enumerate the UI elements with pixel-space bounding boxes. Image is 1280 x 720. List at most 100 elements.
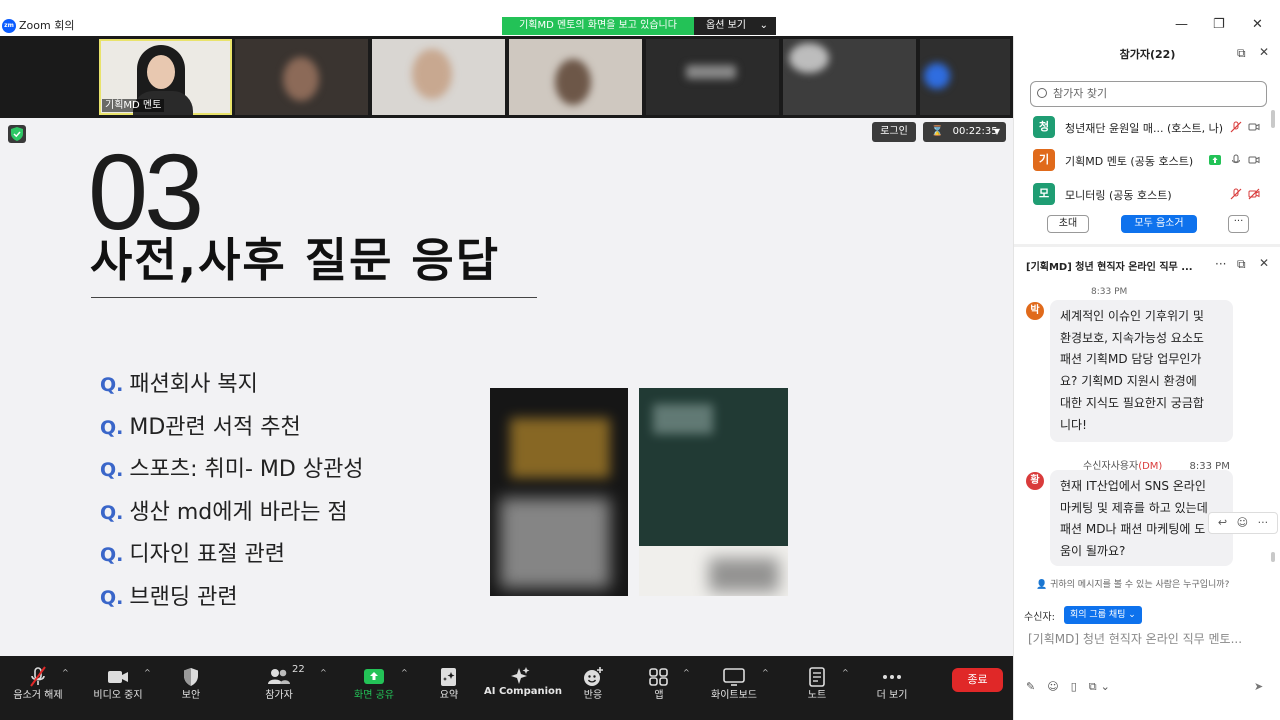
message-line: 현재 IT산업에서 SNS 온라인 [1060, 479, 1206, 493]
unmute-label: 음소거 해제 [13, 690, 63, 701]
send-icon[interactable]: ➤ [1254, 680, 1263, 693]
stop-video-button[interactable]: ^ 비디오 중지 [80, 656, 156, 720]
security-button[interactable]: 보안 [170, 656, 212, 720]
blurred-name [686, 65, 736, 79]
whiteboard-button[interactable]: ^ 화이트보드 [706, 656, 769, 720]
video-tile[interactable] [783, 39, 916, 115]
question-text: 스포츠: 취미- MD 상관성 [129, 457, 364, 482]
participant-name: 기획MD 멘토 (공동 호스트) [1065, 155, 1194, 168]
participant-row[interactable]: 기 기획MD 멘토 (공동 호스트) [1033, 149, 1273, 173]
video-icon[interactable] [1248, 121, 1260, 133]
chevron-up-icon[interactable]: ^ [320, 668, 327, 677]
message-line: 움이 될까요? [1060, 544, 1126, 559]
close-window-icon[interactable]: ✕ [1252, 18, 1263, 32]
message-line: 니다! [1060, 417, 1087, 432]
participants-button[interactable]: 22 ^ 참가자 [252, 656, 327, 720]
more-button[interactable]: 더 보기 [870, 656, 914, 720]
share-screen-button[interactable]: ^ 화면 공유 [346, 656, 408, 720]
chevron-up-icon[interactable]: ^ [401, 668, 408, 677]
question-item: Q. 브랜딩 관련 [100, 577, 364, 620]
minimize-icon[interactable]: — [1175, 18, 1188, 32]
app-title: Zoom 회의 [19, 19, 75, 32]
question-marker: Q. [100, 459, 124, 481]
recipient-select[interactable]: 회의 그룹 채팅 ⌄ [1064, 606, 1142, 624]
notes-button[interactable]: ^ 노트 [796, 656, 849, 720]
video-off-icon[interactable] [1248, 188, 1260, 200]
video-tile-active-speaker[interactable]: 기획MD 멘토 [99, 39, 232, 115]
chevron-down-icon: ▼ [993, 127, 1000, 136]
end-meeting-button[interactable]: 종료 [952, 668, 1003, 692]
question-marker: Q. [100, 374, 124, 396]
title-underline [91, 297, 537, 298]
share-banner-text: 기획MD 멘토의 화면을 보고 있습니다 [502, 17, 694, 35]
participant-row[interactable]: 모 모니터링 (공동 호스트) [1033, 183, 1273, 207]
participants-more-button[interactable]: ··· [1228, 215, 1249, 233]
message-line: 환경보호, 지속가능성 요소도 [1060, 330, 1204, 345]
more-icon[interactable]: ··· [1215, 257, 1226, 271]
chat-message[interactable]: 세계적인 이슈인 기후위기 및 환경보호, 지속가능성 요소도 패션 기획MD … [1050, 300, 1233, 443]
maximize-icon[interactable]: ❐ [1213, 18, 1225, 32]
video-tile-camera-off[interactable] [646, 39, 779, 115]
chevron-up-icon[interactable]: ^ [62, 668, 69, 677]
avatar: 청 [1033, 116, 1055, 138]
mic-icon[interactable] [1230, 154, 1242, 166]
question-marker: Q. [100, 586, 124, 609]
blurred-face [555, 59, 591, 105]
mic-muted-icon[interactable] [1230, 121, 1242, 133]
video-icon[interactable] [1248, 154, 1260, 166]
chat-scrollbar[interactable] [1271, 552, 1275, 562]
invite-button[interactable]: 초대 [1047, 215, 1089, 233]
more-icon[interactable]: ··· [1258, 516, 1269, 529]
chevron-down-icon[interactable]: ⌄ [1101, 680, 1110, 694]
ai-companion-button[interactable]: AI Companion [484, 656, 562, 720]
participants-scrollbar[interactable] [1271, 110, 1275, 128]
chevron-up-icon[interactable]: ^ [144, 668, 151, 677]
chat-compose-input[interactable]: [기획MD] 청년 현직자 온라인 직무 멘토... [1028, 630, 1268, 647]
participant-search-input[interactable]: 참가자 찾기 [1030, 81, 1267, 107]
pop-out-icon[interactable]: ⧉ [1237, 46, 1246, 61]
chevron-up-icon[interactable]: ^ [762, 668, 769, 677]
notes-label: 노트 [807, 690, 827, 701]
blurred-avatar [924, 63, 950, 89]
login-button[interactable]: 로그인 [872, 122, 916, 142]
chat-message[interactable]: 현재 IT산업에서 SNS 온라인 마케팅 및 제휴를 하고 있는데 패션 MD… [1050, 470, 1233, 566]
pop-out-icon[interactable]: ⧉ [1237, 257, 1246, 272]
emoji-icon[interactable]: ☺ [1237, 516, 1248, 529]
emoji-icon[interactable]: ☺ [1047, 680, 1058, 694]
encryption-shield-icon[interactable] [8, 125, 26, 143]
video-tile[interactable] [372, 39, 505, 115]
question-item: Q. 디자인 표절 관련 [100, 534, 364, 577]
question-text: 브랜딩 관련 [129, 584, 238, 610]
more-label: 더 보기 [876, 690, 908, 701]
summary-button[interactable]: 요약 [428, 656, 470, 720]
unmute-button[interactable]: ^ 음소거 해제 [0, 656, 76, 720]
view-options-button[interactable]: 옵션 보기 ⌄ [694, 17, 776, 35]
question-marker: Q. [100, 501, 124, 524]
mute-all-button[interactable]: 모두 음소거 [1121, 215, 1197, 233]
participant-name: 모니터링 (공동 호스트) [1065, 189, 1172, 202]
meeting-toolbar: ^ 음소거 해제 ^ 비디오 중지 보안 22 ^ 참가자 ^ 화면 공유 요약… [0, 656, 1013, 720]
format-icon[interactable]: ✎ [1026, 680, 1035, 694]
close-icon[interactable]: ✕ [1259, 45, 1269, 59]
mic-muted-icon[interactable] [1230, 188, 1242, 200]
video-tile[interactable] [235, 39, 368, 115]
reactions-button[interactable]: 반응 [572, 656, 614, 720]
question-item: Q. MD관련 서적 추천 [100, 407, 364, 450]
avatar: 모 [1033, 183, 1055, 205]
message-line: 요? 기획MD 지원시 환경에 [1060, 374, 1197, 389]
participant-row[interactable]: 청 청년재단 윤원일 매... (호스트, 나) [1033, 116, 1273, 140]
apps-button[interactable]: ^ 앱 [638, 656, 690, 720]
chevron-up-icon[interactable]: ^ [683, 668, 690, 677]
side-panel: 참가자(22) ⧉ ✕ 참가자 찾기 청 청년재단 윤원일 매... (호스트,… [1013, 36, 1280, 720]
screenshot-icon[interactable]: ⧉ [1089, 680, 1097, 694]
video-tile[interactable] [509, 39, 642, 115]
whiteboard-label: 화이트보드 [711, 690, 757, 701]
visibility-note[interactable]: 👤 귀하의 메시지를 볼 수 있는 사람은 누구입니까? [1036, 577, 1229, 590]
video-tile[interactable] [920, 39, 1010, 115]
recording-timer[interactable]: ⌛ 00:22:35 ▼ [923, 122, 1006, 142]
close-icon[interactable]: ✕ [1259, 256, 1269, 270]
reply-icon[interactable]: ↩ [1218, 516, 1227, 529]
mic-off-icon [30, 666, 46, 687]
file-icon[interactable]: ▯ [1071, 680, 1077, 694]
chevron-up-icon[interactable]: ^ [842, 668, 849, 677]
